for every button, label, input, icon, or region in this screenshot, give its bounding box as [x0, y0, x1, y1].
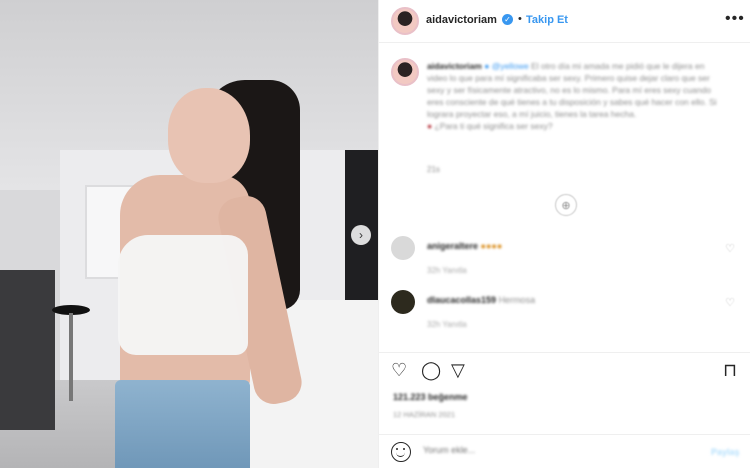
caption-username[interactable]: aidavictoriam [427, 61, 482, 71]
photo-jeans [115, 380, 250, 468]
comment-text: dlaucacollas159 Hermosa [427, 295, 535, 305]
verified-badge-icon: ✓ [502, 14, 513, 25]
follow-button[interactable]: Takip Et [526, 14, 568, 26]
post-side-panel: aidavictoriam ✓ • Takip Et ••• aidavicto… [378, 0, 750, 468]
post-date: 12 HAZİRAN 2021 [393, 410, 456, 419]
photo-white-top [118, 235, 248, 355]
add-comment-bar: Paylaş [379, 434, 750, 469]
caption-closing: ¿Para ti qué significa ser sexy? [434, 121, 553, 131]
like-icon[interactable]: ♡ [391, 361, 407, 379]
author-username[interactable]: aidavictoriam [426, 14, 497, 26]
comment-text: anigeraltere ●●●● [427, 241, 502, 251]
comment-body: ●●●● [480, 241, 503, 251]
comment-body: Hermosa [498, 295, 536, 305]
likes-count[interactable]: 121.223 beğenme [393, 392, 468, 402]
caption-verified-icon: ● [484, 61, 490, 71]
comment-input[interactable] [421, 444, 675, 456]
chevron-right-icon: › [359, 228, 363, 242]
post-comment-button[interactable]: Paylaş [711, 447, 740, 457]
caption-time: 21s [427, 165, 440, 174]
emoji-icon[interactable] [391, 442, 411, 462]
post-header: aidavictoriam ✓ • Takip Et ••• [379, 0, 750, 43]
photo-stool [52, 305, 90, 405]
comment-icon[interactable]: ◯ [421, 361, 441, 379]
post-photo[interactable]: › [0, 0, 378, 468]
author-avatar[interactable] [391, 7, 419, 35]
comment-like-icon[interactable]: ♡ [725, 242, 735, 255]
separator-dot: • [518, 13, 522, 25]
commenter-username[interactable]: anigeraltere [427, 241, 478, 251]
save-bookmark-icon[interactable]: ⊓ [723, 361, 737, 379]
comment-meta[interactable]: 32h Yanıtla [427, 320, 467, 329]
commenter-username[interactable]: dlaucacollas159 [427, 295, 496, 305]
comment-meta[interactable]: 32h Yanıtla [427, 266, 467, 275]
post-caption: aidavictoriam ● @yellowe El otro día mi … [427, 60, 727, 132]
caption-avatar[interactable] [391, 58, 419, 86]
commenter-avatar[interactable] [391, 236, 415, 260]
comment-like-icon[interactable]: ♡ [725, 296, 735, 309]
instagram-post-view: › aidavictoriam ✓ • Takip Et ••• aidavic… [0, 0, 750, 468]
plus-circle-icon: ⊕ [561, 199, 571, 212]
post-actions-bar: ♡ ◯ ▽ ⊓ [379, 352, 750, 389]
photo-face [168, 88, 250, 183]
photo-counter [0, 270, 55, 430]
caption-mention[interactable]: @yellowe [492, 61, 529, 71]
more-options-icon[interactable]: ••• [725, 10, 745, 28]
next-slide-button[interactable]: › [351, 225, 371, 245]
caption-emoji: ● [427, 121, 433, 131]
commenter-avatar[interactable] [391, 290, 415, 314]
load-more-comments-button[interactable]: ⊕ [555, 194, 577, 216]
share-icon[interactable]: ▽ [451, 361, 465, 379]
